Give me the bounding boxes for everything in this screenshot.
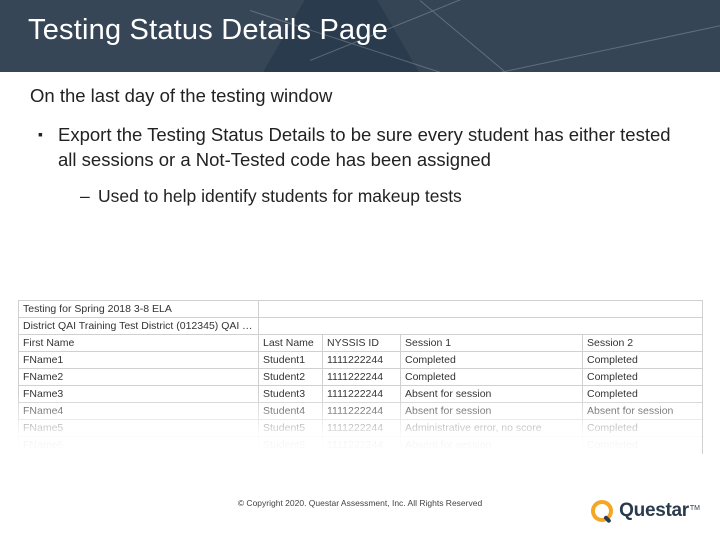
- col-first-name: First Name: [19, 335, 259, 352]
- cell-ln: Student5: [259, 420, 323, 437]
- cell-fn: FName6: [19, 437, 259, 454]
- logo-word: Questar: [619, 500, 689, 521]
- table-banner-empty: [259, 318, 703, 335]
- cell-ln: Student4: [259, 403, 323, 420]
- table-row: FName4 Student4 1111222244 Absent for se…: [19, 403, 703, 420]
- slide: Testing Status Details Page On the last …: [0, 0, 720, 540]
- cell-id: 1111222244: [323, 369, 401, 386]
- cell-s2: Completed: [583, 437, 703, 454]
- col-nyssis-id: NYSSIS ID: [323, 335, 401, 352]
- cell-s1: Completed: [401, 369, 583, 386]
- table-banner-row: Testing for Spring 2018 3-8 ELA: [19, 301, 703, 318]
- bullet-item: Export the Testing Status Details to be …: [38, 123, 690, 209]
- sub-bullet-list: Used to help identify students for makeu…: [58, 185, 690, 209]
- sub-bullet-text: Used to help identify students for makeu…: [98, 186, 462, 206]
- cell-id: 1111222244: [323, 403, 401, 420]
- cell-s2: Completed: [583, 352, 703, 369]
- title-bar: Testing Status Details Page: [0, 0, 720, 72]
- trademark-icon: TM: [690, 505, 700, 512]
- cell-s1: Administrative error, no score: [401, 420, 583, 437]
- cell-id: 1111222244: [323, 437, 401, 454]
- cell-s2: Completed: [583, 420, 703, 437]
- table-row: FName5 Student5 1111222244 Administrativ…: [19, 420, 703, 437]
- col-last-name: Last Name: [259, 335, 323, 352]
- cell-ln: Student2: [259, 369, 323, 386]
- cell-s2: Absent for session: [583, 403, 703, 420]
- table-banner-empty: [259, 301, 703, 318]
- table-banner-row: District QAI Training Test District (012…: [19, 318, 703, 335]
- cell-fn: FName5: [19, 420, 259, 437]
- cell-fn: FName1: [19, 352, 259, 369]
- cell-fn: FName4: [19, 403, 259, 420]
- col-session-1: Session 1: [401, 335, 583, 352]
- slide-title: Testing Status Details Page: [28, 14, 388, 47]
- sub-bullet-item: Used to help identify students for makeu…: [80, 185, 690, 209]
- table-row: FName1 Student1 1111222244 Completed Com…: [19, 352, 703, 369]
- questar-logo-mark-icon: [589, 498, 615, 524]
- cell-ln: Student6: [259, 437, 323, 454]
- questar-logo-text: QuestarTM: [619, 500, 700, 522]
- table-banner-1: Testing for Spring 2018 3-8 ELA: [19, 301, 259, 318]
- table-header-row: First Name Last Name NYSSIS ID Session 1…: [19, 335, 703, 352]
- cell-s1: Completed: [401, 352, 583, 369]
- cell-fn: FName3: [19, 386, 259, 403]
- cell-id: 1111222244: [323, 386, 401, 403]
- cell-s1: Absent for session: [401, 437, 583, 454]
- bullet-list: Export the Testing Status Details to be …: [30, 123, 690, 209]
- cell-s1: Absent for session: [401, 386, 583, 403]
- bullet-text: Export the Testing Status Details to be …: [58, 124, 671, 170]
- cell-id: 1111222244: [323, 352, 401, 369]
- cell-ln: Student3: [259, 386, 323, 403]
- cell-s2: Completed: [583, 386, 703, 403]
- col-session-2: Session 2: [583, 335, 703, 352]
- status-table-screenshot: Testing for Spring 2018 3-8 ELA District…: [18, 300, 702, 454]
- cell-fn: FName2: [19, 369, 259, 386]
- status-table: Testing for Spring 2018 3-8 ELA District…: [18, 300, 703, 454]
- table-row: FName2 Student2 1111222244 Completed Com…: [19, 369, 703, 386]
- cell-s1: Absent for session: [401, 403, 583, 420]
- footer: © Copyright 2020. Questar Assessment, In…: [0, 494, 720, 530]
- intro-text: On the last day of the testing window: [30, 84, 690, 109]
- cell-ln: Student1: [259, 352, 323, 369]
- table-row: FName3 Student3 1111222244 Absent for se…: [19, 386, 703, 403]
- cell-id: 1111222244: [323, 420, 401, 437]
- questar-logo: QuestarTM: [589, 498, 700, 524]
- cell-s2: Completed: [583, 369, 703, 386]
- table-row: FName6 Student6 1111222244 Absent for se…: [19, 437, 703, 454]
- table-banner-2: District QAI Training Test District (012…: [19, 318, 259, 335]
- slide-body: On the last day of the testing window Ex…: [30, 84, 690, 219]
